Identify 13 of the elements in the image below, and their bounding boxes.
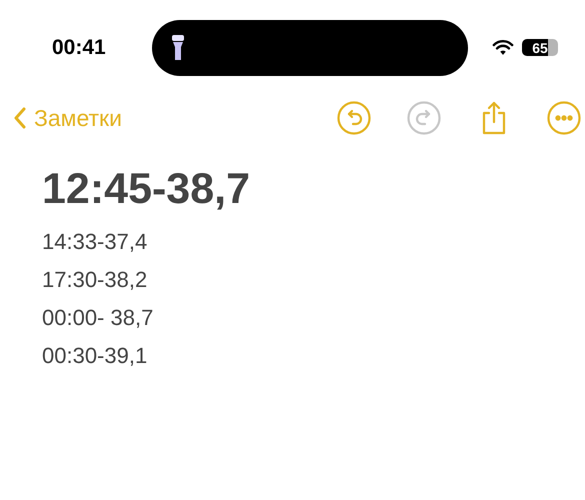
status-time: 00:41 xyxy=(52,34,107,61)
undo-icon[interactable] xyxy=(337,101,371,135)
battery-percent: 65 xyxy=(532,40,548,54)
wifi-icon xyxy=(492,39,514,56)
note-line: 14:33-37,4 xyxy=(42,228,148,256)
note-title: 12:45-38,7 xyxy=(42,164,251,215)
flashlight-icon xyxy=(172,34,184,60)
note-line: 00:00- 38,7 xyxy=(42,304,154,332)
more-icon[interactable] xyxy=(547,101,581,135)
note-line: 17:30-38,2 xyxy=(42,266,148,294)
back-button[interactable]: Заметки xyxy=(14,100,122,136)
note-line: 00:30-39,1 xyxy=(42,342,148,370)
chevron-left-icon xyxy=(14,107,26,129)
